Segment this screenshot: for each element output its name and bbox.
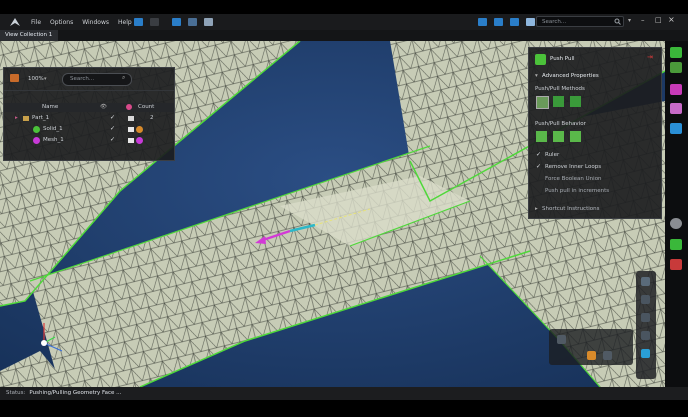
home-view-icon[interactable] bbox=[641, 349, 650, 358]
selection-tool-icon[interactable] bbox=[641, 277, 650, 286]
menu-windows[interactable]: Windows bbox=[82, 19, 109, 26]
table-row[interactable]: Mesh_1 ✓ bbox=[4, 136, 174, 145]
status-message: Pushing/Pulling Geometry Face ... bbox=[29, 390, 122, 396]
save-icon[interactable] bbox=[172, 18, 181, 26]
zoom-tool-icon[interactable] bbox=[641, 313, 650, 322]
expand-chevron-icon[interactable]: ▸ bbox=[535, 206, 538, 212]
view-top-icon[interactable] bbox=[494, 18, 503, 26]
behavior-label: Push/Pull Behavior bbox=[535, 121, 586, 127]
menu-help[interactable]: Help bbox=[118, 19, 132, 26]
shortcut-instructions[interactable]: Shortcut Instructions bbox=[542, 206, 599, 212]
menu-options[interactable]: Options bbox=[50, 19, 73, 26]
maximize-icon[interactable]: □ bbox=[655, 16, 662, 24]
remove-inner-loops-checkbox[interactable]: ✓ bbox=[536, 163, 541, 170]
method-normal-icon[interactable] bbox=[536, 96, 549, 109]
visibility-column-icon: 👁 bbox=[100, 104, 107, 110]
materials-icon[interactable] bbox=[670, 84, 682, 95]
structure-tree-icon[interactable] bbox=[10, 74, 19, 82]
top-toolbar: File Options Windows Help Search... ▾ – … bbox=[0, 14, 688, 30]
dropdown-chevron-icon[interactable]: ▾ bbox=[628, 17, 631, 24]
structure-search-placeholder: Search... bbox=[70, 76, 95, 82]
search-icon[interactable] bbox=[614, 18, 621, 25]
color-swatch[interactable] bbox=[128, 116, 134, 121]
row-count: 2 bbox=[150, 115, 154, 121]
stack-icon[interactable] bbox=[670, 239, 682, 250]
column-name: Name bbox=[42, 104, 59, 110]
method-sweep-icon[interactable] bbox=[553, 96, 564, 107]
properties-icon[interactable] bbox=[670, 123, 682, 134]
push-pull-increments-label[interactable]: Push pull in increments bbox=[545, 188, 609, 194]
color-swatch[interactable] bbox=[128, 138, 134, 143]
layers-icon[interactable] bbox=[670, 62, 682, 73]
visible-check[interactable]: ✓ bbox=[110, 114, 115, 121]
undo-icon[interactable] bbox=[134, 18, 143, 26]
menu-file[interactable]: File bbox=[31, 19, 41, 26]
remove-inner-loops-label: Remove Inner Loops bbox=[545, 164, 602, 170]
methods-label: Push/Pull Methods bbox=[535, 86, 585, 92]
table-row[interactable]: ▸ Part_1 ✓ 2 bbox=[4, 114, 174, 123]
view-front-icon[interactable] bbox=[478, 18, 487, 26]
behavior-auto-icon[interactable] bbox=[570, 131, 581, 142]
zoom-level: 100% bbox=[28, 76, 44, 82]
solid-icon bbox=[33, 126, 40, 133]
structure-header: Name 👁 Count bbox=[4, 103, 174, 112]
status-bar: Status: Pushing/Pulling Geometry Face ... bbox=[0, 387, 688, 400]
view-fit-icon[interactable] bbox=[526, 18, 535, 26]
material-icon[interactable] bbox=[136, 137, 143, 144]
color-column-icon bbox=[126, 104, 132, 110]
material-tool-icon[interactable] bbox=[587, 351, 596, 360]
part-icon bbox=[23, 116, 29, 121]
row-name: Part_1 bbox=[32, 115, 50, 121]
measure-tool-icon[interactable] bbox=[603, 351, 612, 360]
force-boolean-union-label[interactable]: Force Boolean Union bbox=[545, 176, 602, 182]
tab-view-collection[interactable]: View Collection 1 bbox=[0, 30, 58, 41]
right-tool-bar bbox=[665, 41, 688, 387]
push-pull-panel: Push Pull ⇥ ▾ Advanced Properties Push/P… bbox=[528, 47, 662, 219]
push-pull-icon bbox=[535, 54, 546, 65]
exit-icon[interactable]: ⇥ bbox=[647, 53, 653, 61]
behavior-add-icon[interactable] bbox=[536, 131, 547, 142]
rotate-tool-icon[interactable] bbox=[641, 331, 650, 340]
export-icon[interactable] bbox=[204, 18, 213, 26]
collapse-chevron-icon[interactable]: ▾ bbox=[535, 73, 538, 79]
decals-icon[interactable] bbox=[670, 103, 682, 114]
minimize-icon[interactable]: – bbox=[641, 16, 645, 24]
row-name: Solid_1 bbox=[43, 126, 63, 132]
mesh-icon bbox=[33, 137, 40, 144]
view-iso-icon[interactable] bbox=[510, 18, 519, 26]
section-title: Advanced Properties bbox=[542, 73, 599, 79]
search-icon[interactable]: ⌕ bbox=[122, 74, 125, 82]
menu-bar: File Options Windows Help bbox=[31, 19, 132, 26]
row-name: Mesh_1 bbox=[43, 137, 64, 143]
visible-check[interactable]: ✓ bbox=[110, 136, 115, 143]
structure-panel: 100% ▾ Search... ⌕ Name 👁 Count ▸ Part_1… bbox=[3, 67, 175, 161]
mini-toolbar bbox=[549, 329, 633, 365]
3d-viewport[interactable]: 100% ▾ Search... ⌕ Name 👁 Count ▸ Part_1… bbox=[0, 41, 665, 387]
save-as-icon[interactable] bbox=[188, 18, 197, 26]
behavior-cut-icon[interactable] bbox=[553, 131, 564, 142]
view-tool-strip bbox=[636, 271, 656, 379]
panel-title: Push Pull bbox=[550, 56, 575, 62]
visible-check[interactable]: ✓ bbox=[110, 125, 115, 132]
zoom-dropdown-icon[interactable]: ▾ bbox=[44, 76, 47, 82]
status-label: Status: bbox=[6, 390, 26, 396]
material-icon[interactable] bbox=[136, 126, 143, 133]
pan-tool-icon[interactable] bbox=[641, 295, 650, 304]
sketch-icon[interactable] bbox=[557, 335, 566, 344]
column-count: Count bbox=[138, 104, 155, 110]
method-revolve-icon[interactable] bbox=[570, 96, 581, 107]
close-icon[interactable]: × bbox=[668, 15, 675, 24]
ruler-label: Ruler bbox=[545, 152, 560, 158]
document-tab-row: View Collection 1 bbox=[0, 30, 688, 41]
render-icon[interactable] bbox=[670, 259, 682, 270]
redo-icon[interactable] bbox=[150, 18, 159, 26]
environment-sphere-icon[interactable] bbox=[670, 218, 682, 229]
structure-toolbar: 100% ▾ Search... ⌕ bbox=[4, 68, 174, 91]
mesh-tool-icon[interactable] bbox=[670, 47, 682, 58]
color-swatch[interactable] bbox=[128, 127, 134, 132]
table-row[interactable]: Solid_1 ✓ bbox=[4, 125, 174, 134]
global-search-input[interactable]: Search... bbox=[536, 16, 624, 27]
ruler-checkbox[interactable]: ✓ bbox=[536, 151, 541, 158]
app-logo-icon bbox=[10, 18, 20, 26]
